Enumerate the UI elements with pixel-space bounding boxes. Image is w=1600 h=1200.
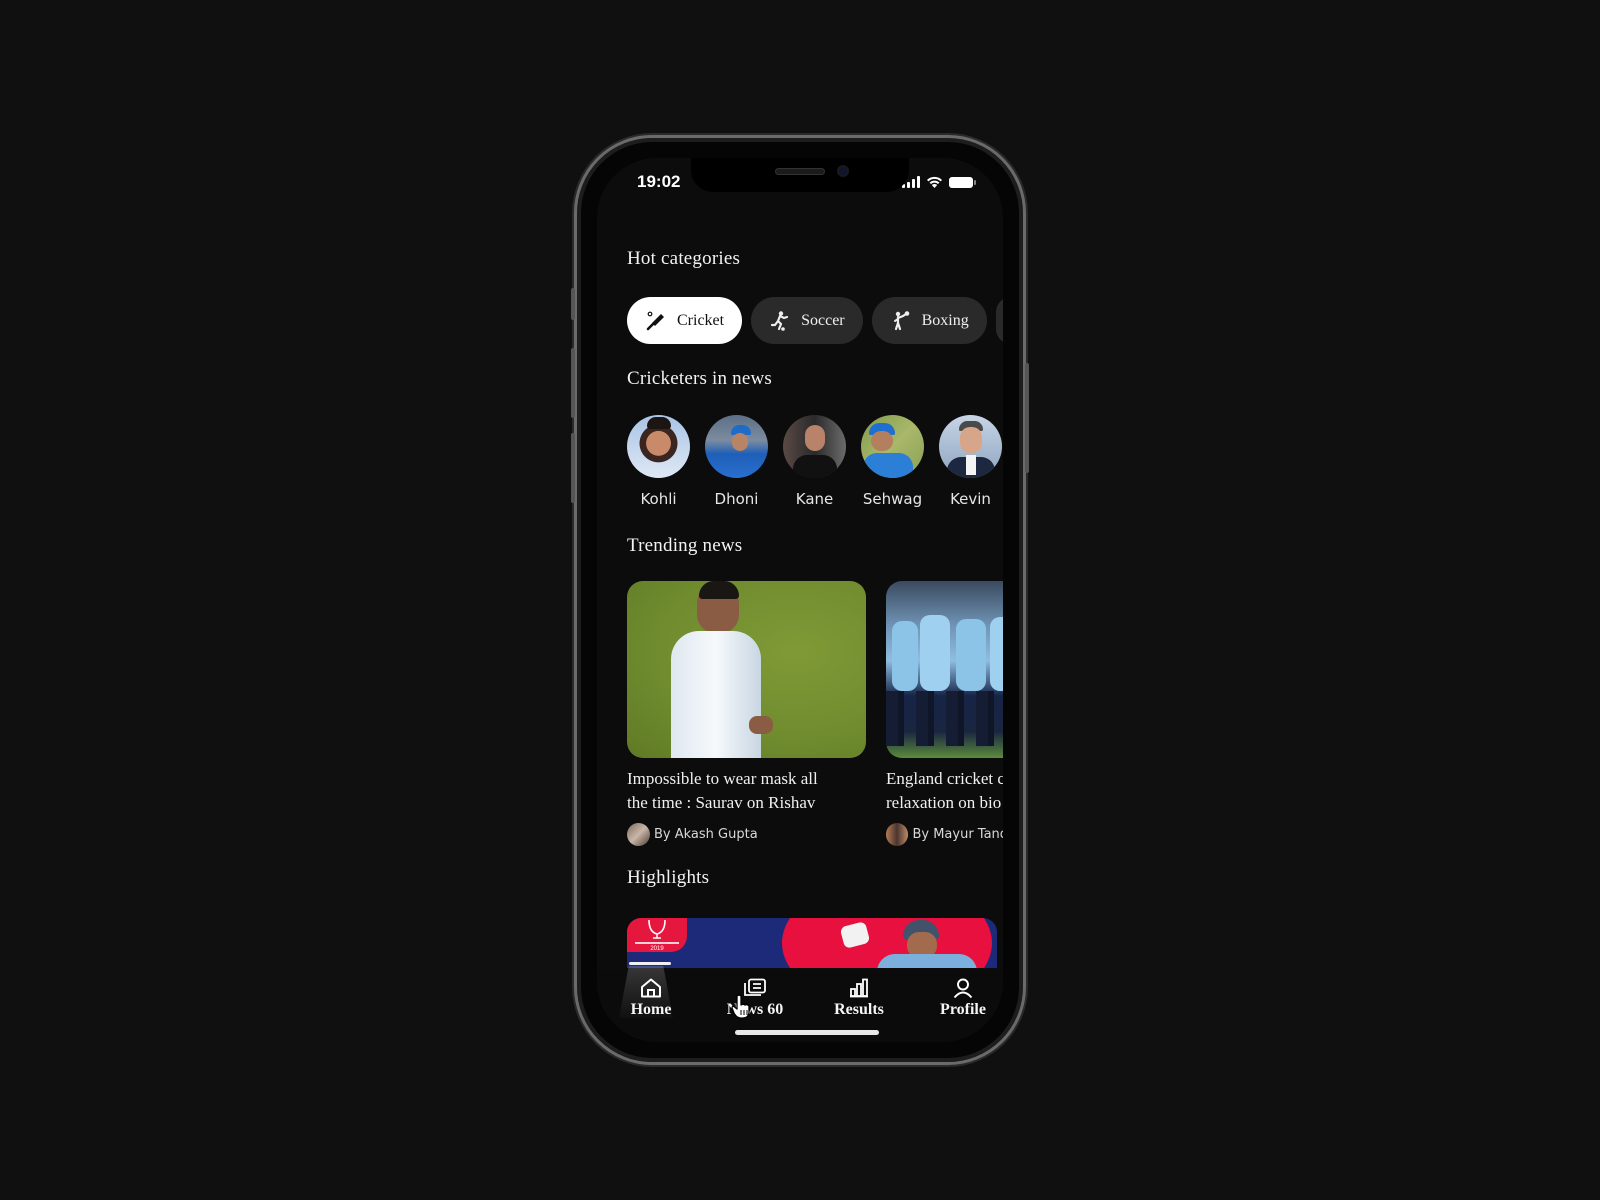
category-chip-label: Boxing [921,311,969,329]
news-card[interactable]: England cricket c relaxation on bio By M… [886,581,1003,846]
wifi-icon [927,176,942,188]
user-icon [953,978,973,998]
notch [691,158,909,192]
tab-news-60[interactable]: News 60 [715,978,795,1019]
category-chip-more[interactable] [995,297,1003,344]
front-camera [837,165,849,177]
trophy-icon: 2019 [635,919,679,952]
cricketers-heading: Cricketers in news [627,368,773,389]
cricketer-kohli[interactable]: Kohli [627,415,690,508]
news-title-line: the time : Saurav on Rishav [627,793,816,812]
volume-down-button [571,433,575,503]
news-title-line: relaxation on bio [886,793,1002,812]
news-author: By Mayur Tando [912,827,1003,842]
tab-home[interactable]: Home [611,978,691,1019]
cricketer-name: Kevin [950,490,991,508]
avatar [861,415,924,478]
author-avatar [886,823,909,846]
boxing-icon [890,310,912,332]
silent-switch [571,288,575,320]
home-indicator-bar[interactable] [735,1030,879,1035]
tab-label: Profile [940,1001,986,1018]
trending-news-list: Impossible to wear mask all the time : S… [627,581,1003,846]
cricketer-name: Dhoni [714,490,759,508]
trending-news-heading: Trending news [627,535,743,556]
highlight-video-card[interactable]: 2019 [627,918,997,968]
avatar [705,415,768,478]
category-chip-cricket[interactable]: Cricket [627,297,743,344]
hot-categories-heading: Hot categories [627,248,741,269]
bar-chart-icon [850,978,868,998]
cricketer-name: Kane [795,490,834,508]
app-screen: 19:02 Hot categories Cricket Soccer Boxi… [597,158,1003,1042]
cricketer-name: Kohli [640,490,677,508]
news-byline: By Mayur Tando [886,823,1003,846]
hand-pointer-cursor-icon [731,994,750,1019]
svg-text:2019: 2019 [650,946,664,952]
news-title-line: England cricket c [886,769,1003,788]
cricketer-name: Sehwag [862,490,923,508]
news-byline: By Akash Gupta [627,823,866,846]
tab-profile[interactable]: Profile [923,978,1003,1019]
status-time: 19:02 [637,172,681,191]
avatar [627,415,690,478]
tab-label: Results [834,1001,884,1018]
earpiece [775,168,825,175]
category-chip-soccer[interactable]: Soccer [751,297,863,344]
bottom-tab-bar: Home News 60 Results Profile [597,962,1003,1042]
cricketer-dhoni[interactable]: Dhoni [705,415,768,508]
battery-icon [949,176,976,188]
category-chips: Cricket Soccer Boxing [627,297,1003,344]
highlights-heading: Highlights [627,867,710,888]
cricketer-kevin[interactable]: Kevin [939,415,1002,508]
news-card[interactable]: Impossible to wear mask all the time : S… [627,581,866,846]
avatar [783,415,846,478]
cricketers-list: Kohli Dhoni Kane Sehwag Kevin [627,415,1002,508]
tab-results[interactable]: Results [819,978,899,1019]
news-image [627,581,866,758]
cricketer-sehwag[interactable]: Sehwag [861,415,924,508]
category-chip-label: Soccer [801,311,845,329]
cricket-bat-icon [645,310,667,332]
home-icon [641,978,661,998]
phone-frame: 19:02 Hot categories Cricket Soccer Boxi… [571,135,1029,1065]
active-tab-indicator [629,962,671,965]
volume-up-button [571,348,575,418]
news-image [886,581,1003,758]
tab-label: Home [630,1001,672,1018]
category-chip-boxing[interactable]: Boxing [871,297,987,344]
status-icons [902,176,976,188]
avatar [939,415,1002,478]
world-cup-badge: 2019 [627,918,687,952]
cricketer-kane[interactable]: Kane [783,415,846,508]
news-title-line: Impossible to wear mask all [627,769,818,788]
soccer-player-icon [769,310,791,332]
category-chip-label: Cricket [677,311,725,329]
power-button [1025,363,1029,473]
news-author: By Akash Gupta [654,827,758,842]
author-avatar [627,823,650,846]
